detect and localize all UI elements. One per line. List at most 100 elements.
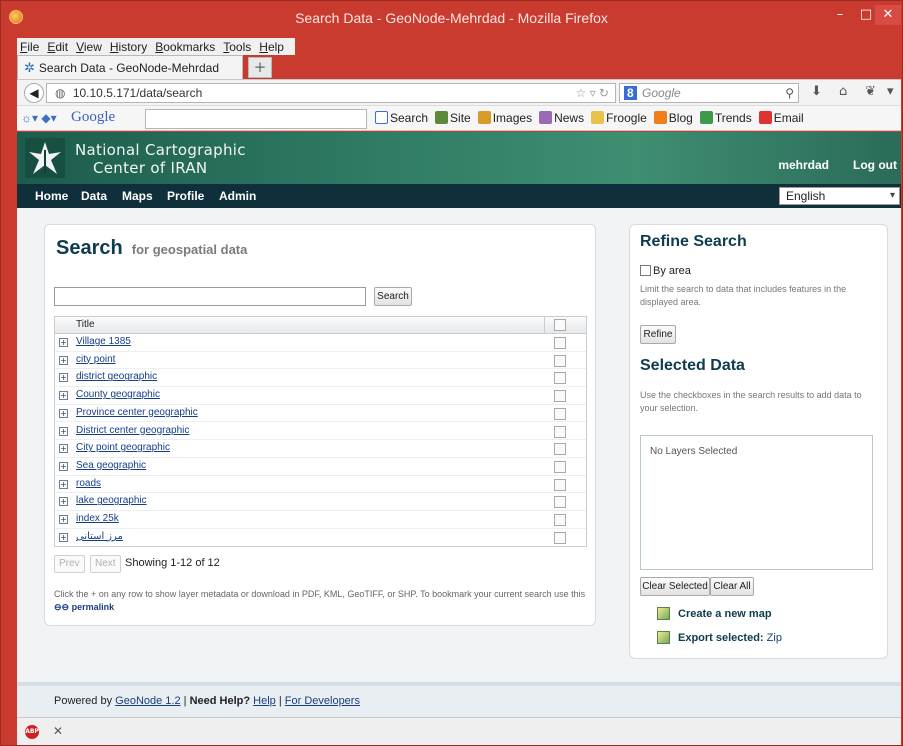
google-images-button[interactable]: Images [477, 111, 532, 125]
menu-file[interactable]: File [20, 40, 39, 54]
expand-icon[interactable]: + [59, 461, 68, 471]
menu-history[interactable]: History [110, 40, 147, 54]
by-area-option[interactable]: By area [640, 265, 691, 277]
username-link[interactable]: mehrdad [778, 158, 829, 172]
expand-icon[interactable]: + [59, 515, 68, 524]
row-checkbox[interactable] [554, 390, 566, 403]
nav-profile[interactable]: Profile [167, 189, 204, 203]
layer-link[interactable]: District center geographic [76, 425, 189, 436]
google-trends-button[interactable]: Trends [699, 111, 752, 125]
search-engine-icon[interactable]: 8 [624, 86, 637, 100]
layer-link[interactable]: Sea geographic [76, 460, 146, 471]
layer-link[interactable]: مرز استانی [76, 531, 123, 542]
google-news-button[interactable]: News [539, 111, 584, 125]
browser-search-box[interactable]: 8 Google ⚲ [619, 83, 799, 103]
nav-data[interactable]: Data [81, 189, 107, 203]
row-checkbox[interactable] [554, 460, 566, 473]
chevron-down-icon[interactable]: ▾ [887, 84, 894, 99]
clear-selected-button[interactable]: Clear Selected [640, 577, 710, 596]
back-button[interactable]: ◀ [24, 83, 44, 103]
row-checkbox[interactable] [554, 407, 566, 420]
google-logo[interactable]: Google [71, 109, 115, 126]
export-label: Export selected: [678, 632, 764, 644]
layer-link[interactable]: district geographic [76, 371, 157, 382]
clear-all-button[interactable]: Clear All [710, 577, 754, 596]
expand-icon[interactable]: + [59, 532, 68, 542]
menu-view[interactable]: View [76, 40, 102, 54]
export-action: Export selected: Zip [657, 631, 782, 644]
geonode-link[interactable]: GeoNode 1.2 [115, 695, 180, 707]
row-checkbox[interactable] [554, 531, 566, 544]
close-window-button[interactable]: ✕ [875, 5, 901, 25]
row-checkbox[interactable] [554, 496, 566, 509]
row-checkbox[interactable] [554, 337, 566, 349]
tab-search-data[interactable]: ✲ Search Data - GeoNode-Mehrdad [17, 55, 243, 79]
google-search-button[interactable]: Search [375, 111, 428, 125]
column-title[interactable]: Title [76, 319, 95, 330]
row-checkbox[interactable] [554, 443, 566, 456]
expand-icon[interactable]: + [59, 479, 68, 489]
layer-link[interactable]: lake geographic [76, 495, 147, 506]
search-button[interactable]: Search [374, 287, 412, 306]
expand-icon[interactable]: + [59, 355, 68, 365]
expand-icon[interactable]: + [59, 426, 68, 436]
ncc-logo-icon[interactable] [25, 138, 65, 178]
permalink-link[interactable]: ⊖⊖ permalink [54, 602, 114, 612]
prev-button[interactable]: Prev [54, 555, 85, 573]
developers-link[interactable]: For Developers [285, 695, 360, 707]
layer-link[interactable]: city point [76, 354, 115, 365]
create-map-action[interactable]: Create a new map [657, 607, 772, 620]
by-area-checkbox[interactable] [640, 265, 651, 276]
google-search-input[interactable] [145, 109, 367, 129]
addon-icon[interactable]: ❦ [865, 84, 876, 99]
layer-link[interactable]: County geographic [76, 389, 160, 400]
window-title: Search Data - GeoNode-Mehrdad - Mozilla … [295, 10, 608, 26]
logout-link[interactable]: Log out [853, 158, 897, 172]
expand-icon[interactable]: + [59, 408, 68, 418]
menu-bookmarks[interactable]: Bookmarks [155, 40, 215, 54]
nav-maps[interactable]: Maps [122, 189, 153, 203]
search-icon[interactable]: ⚲ [785, 84, 794, 102]
search-input[interactable] [54, 287, 366, 306]
toolbar-menu-icon[interactable]: ☼▾ ◆▾ [21, 111, 57, 125]
layer-link[interactable]: Province center geographic [76, 407, 198, 418]
minimize-button[interactable]: – [827, 5, 853, 25]
expand-icon[interactable]: + [59, 373, 68, 383]
download-icon[interactable]: ⬇ [811, 84, 822, 99]
table-row: + مرز استانی [55, 529, 586, 547]
expand-icon[interactable]: + [59, 391, 68, 401]
select-all-checkbox[interactable] [554, 319, 566, 331]
menu-tools[interactable]: Tools [223, 40, 251, 54]
refine-button[interactable]: Refine [640, 325, 676, 344]
new-tab-button[interactable]: + [248, 57, 272, 78]
menu-help[interactable]: Help [259, 40, 284, 54]
layer-link[interactable]: index 25k [76, 513, 119, 524]
close-addon-bar-icon[interactable]: ✕ [53, 724, 63, 738]
url-bar[interactable]: ◍ 10.10.5.171/data/search ☆ ▿ ↻ [46, 83, 616, 103]
menu-edit[interactable]: Edit [47, 40, 68, 54]
google-site-button[interactable]: Site [435, 111, 471, 125]
expand-icon[interactable]: + [59, 444, 68, 454]
nav-admin[interactable]: Admin [219, 189, 256, 203]
layer-link[interactable]: roads [76, 478, 101, 489]
adblock-icon[interactable]: ABP [25, 725, 39, 739]
row-checkbox[interactable] [554, 372, 566, 385]
row-checkbox[interactable] [554, 478, 566, 491]
google-froogle-button[interactable]: Froogle [591, 111, 647, 125]
nav-home[interactable]: Home [35, 189, 68, 203]
bookmark-star-icon[interactable]: ☆ ▿ ↻ [575, 84, 609, 102]
expand-icon[interactable]: + [59, 338, 68, 347]
next-button[interactable]: Next [90, 555, 121, 573]
expand-icon[interactable]: + [59, 497, 68, 507]
row-checkbox[interactable] [554, 425, 566, 438]
google-email-button[interactable]: Email [758, 111, 804, 125]
layer-link[interactable]: City point geographic [76, 442, 170, 453]
google-blog-button[interactable]: Blog [653, 111, 693, 125]
export-zip-link[interactable]: Zip [767, 632, 782, 644]
help-link[interactable]: Help [253, 695, 276, 707]
home-icon[interactable]: ⌂ [839, 84, 847, 99]
row-checkbox[interactable] [554, 354, 566, 367]
row-checkbox[interactable] [554, 514, 566, 526]
layer-link[interactable]: Village 1385 [76, 336, 131, 347]
language-select[interactable]: English ▾ [779, 187, 900, 205]
